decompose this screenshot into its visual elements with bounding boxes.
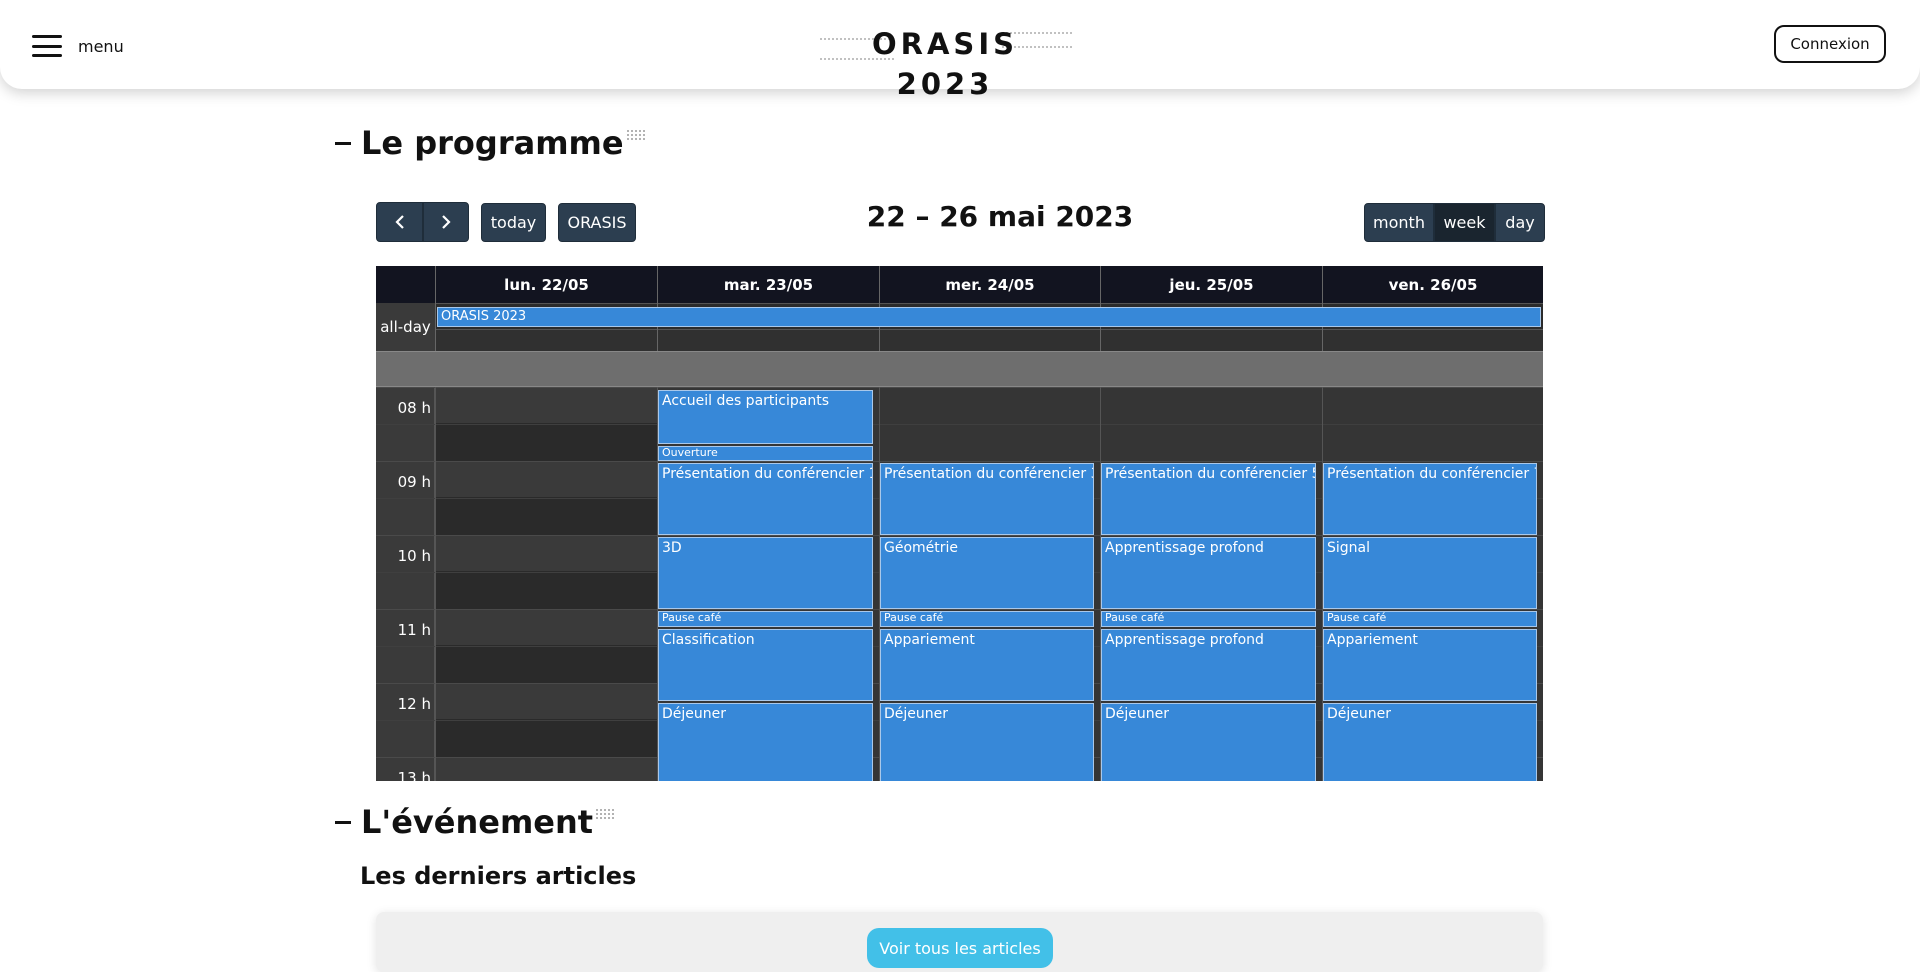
event-presentation[interactable]: Présentation du conférencier 5	[1101, 463, 1316, 535]
monday-slot	[435, 609, 657, 645]
event-pause[interactable]: Pause café	[880, 611, 1094, 627]
event-session[interactable]: Classification	[658, 629, 873, 701]
time-label: 08 h	[397, 399, 431, 417]
day-header: ven. 26/05	[1322, 266, 1543, 303]
event-session[interactable]: Apprentissage profond	[1101, 537, 1316, 609]
site-logo[interactable]: ORASIS 2023	[820, 24, 1070, 101]
calendar-date-range: 22 – 26 mai 2023	[866, 200, 1134, 233]
menu-label: menu	[78, 36, 124, 56]
all-articles-button[interactable]: Voir tous les articles	[867, 928, 1053, 968]
monday-slot	[435, 683, 657, 719]
event-presentation[interactable]: Présentation du conférencier 7	[1323, 463, 1537, 535]
grid-line	[435, 387, 436, 781]
time-label: 09 h	[397, 473, 431, 491]
grid-line	[435, 303, 436, 351]
chevron-left-icon	[394, 215, 404, 229]
hamburger-icon[interactable]	[32, 35, 62, 57]
axis-header	[376, 266, 435, 303]
event-dejeuner[interactable]: Déjeuner	[658, 703, 873, 781]
allday-event[interactable]: ORASIS 2023	[437, 307, 1541, 327]
grid-line	[376, 424, 1543, 425]
event-pause[interactable]: Pause café	[658, 611, 873, 627]
program-title-text: Le programme	[361, 124, 624, 162]
menu-button[interactable]: menu	[32, 29, 172, 63]
event-dejeuner[interactable]: Déjeuner	[1323, 703, 1537, 781]
articles-subtitle: Les derniers articles	[360, 862, 637, 890]
day-header: lun. 22/05	[435, 266, 657, 303]
prev-button[interactable]	[376, 202, 423, 242]
event-ouverture[interactable]: Ouverture	[658, 446, 873, 461]
title-dash	[335, 820, 351, 824]
chevron-right-icon	[442, 215, 451, 229]
monday-slot	[435, 387, 657, 423]
time-label: 11 h	[397, 621, 431, 639]
event-section-title: L'événement	[335, 803, 616, 841]
view-day-button[interactable]: day	[1495, 203, 1545, 242]
view-week-button[interactable]: week	[1434, 203, 1495, 242]
time-label: 10 h	[397, 547, 431, 565]
event-session[interactable]: 3D	[658, 537, 873, 609]
program-section-title: Le programme	[335, 124, 646, 162]
allday-label: all-day	[376, 303, 435, 351]
title-decoration	[625, 129, 646, 141]
event-session[interactable]: Appariement	[880, 629, 1094, 701]
day-header: jeu. 25/05	[1100, 266, 1322, 303]
monday-slot	[435, 757, 657, 781]
time-axis	[376, 387, 435, 781]
grid-line	[376, 387, 1543, 388]
monday-slot	[435, 461, 657, 497]
event-presentation[interactable]: Présentation du conférencier 1	[658, 463, 873, 535]
view-month-button[interactable]: month	[1364, 203, 1434, 242]
event-session[interactable]: Signal	[1323, 537, 1537, 609]
event-session[interactable]: Appariement	[1323, 629, 1537, 701]
monday-slot	[435, 535, 657, 571]
time-label: 12 h	[397, 695, 431, 713]
title-dash	[335, 141, 351, 145]
event-pause[interactable]: Pause café	[1101, 611, 1316, 627]
grid-line	[376, 461, 1543, 462]
today-button[interactable]: today	[481, 203, 546, 242]
next-button[interactable]	[423, 202, 469, 242]
event-session[interactable]: Apprentissage profond	[1101, 629, 1316, 701]
day-header: mar. 23/05	[657, 266, 879, 303]
allday-divider	[376, 351, 1543, 387]
event-dejeuner[interactable]: Déjeuner	[1101, 703, 1316, 781]
event-session[interactable]: Géométrie	[880, 537, 1094, 609]
time-label: 13 h	[397, 769, 431, 781]
grid-line	[376, 535, 1543, 536]
week-calendar: lun. 22/05 mar. 23/05 mer. 24/05 jeu. 25…	[376, 266, 1543, 781]
title-decoration	[595, 808, 616, 820]
event-accueil[interactable]: Accueil des participants	[658, 390, 873, 444]
event-presentation[interactable]: Présentation du conférencier 3	[880, 463, 1094, 535]
login-button[interactable]: Connexion	[1774, 25, 1886, 63]
event-pause[interactable]: Pause café	[1323, 611, 1537, 627]
event-dejeuner[interactable]: Déjeuner	[880, 703, 1094, 781]
monday-column	[435, 387, 657, 781]
orasis-button[interactable]: ORASIS	[558, 203, 636, 242]
day-header: mer. 24/05	[879, 266, 1100, 303]
site-header: menu ORASIS 2023 Connexion	[0, 0, 1920, 101]
grid-line	[376, 609, 1543, 610]
allday-row-lower	[435, 329, 1543, 352]
event-title-text: L'événement	[361, 803, 594, 841]
